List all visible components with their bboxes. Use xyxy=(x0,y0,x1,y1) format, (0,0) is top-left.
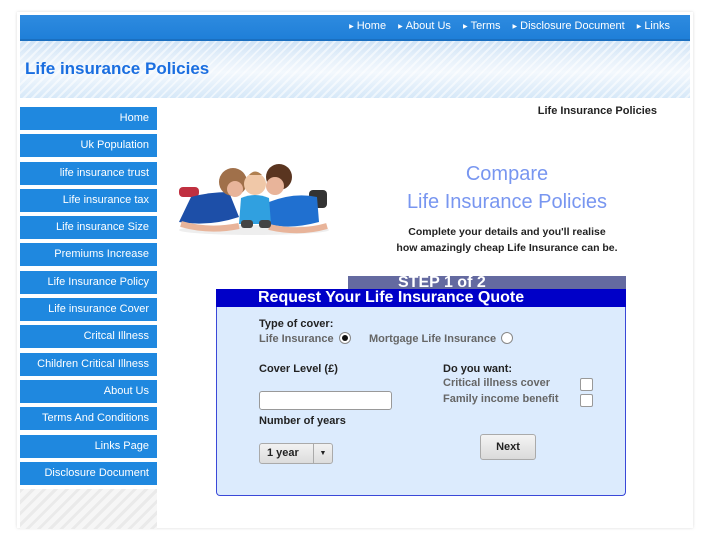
page-container: ▶ Home ▶ About Us ▶ Terms ▶ Disclosure Docum… xyxy=(17,12,693,530)
next-button[interactable]: Next xyxy=(480,434,536,460)
critical-illness-cover-label: Critical illness cover xyxy=(443,377,550,389)
do-you-want-label: Do you want: xyxy=(443,363,513,375)
sidebar-item-life-insurance-size[interactable]: Life insurance Size xyxy=(20,216,157,240)
compare-headline: Compare Life Insurance Policies xyxy=(406,163,608,213)
family-income-benefit-label: Family income benefit xyxy=(443,393,559,405)
arrow-icon: ▶ xyxy=(349,24,354,30)
cover-level-label: Cover Level (£) xyxy=(259,363,338,375)
cover-option-mortgage-life-insurance[interactable]: Mortgage Life Insurance xyxy=(369,332,514,345)
header-banner: Life insurance Policies xyxy=(20,41,690,98)
number-of-years-label: Number of years xyxy=(259,415,346,427)
sidebar-item-life-insurance-policy[interactable]: Life Insurance Policy xyxy=(20,270,157,294)
arrow-icon: ▶ xyxy=(398,24,403,30)
site-title[interactable]: Life insurance Policies xyxy=(25,59,209,79)
sidebar-item-disclosure-document[interactable]: Disclosure Document xyxy=(20,461,157,485)
family-income-benefit-checkbox[interactable] xyxy=(580,394,593,407)
life-insurance-radio[interactable] xyxy=(338,332,351,344)
sidebar-item-life-insurance-trust[interactable]: life insurance trust xyxy=(20,161,157,185)
cover-level-input[interactable] xyxy=(259,391,392,410)
arrow-icon: ▶ xyxy=(462,24,468,30)
sidebar-item-life-insurance-cover[interactable]: Life insurance Cover xyxy=(20,298,157,322)
tagline: Complete your details and you'll realise… xyxy=(396,226,618,254)
sidebar-item-life-insurance-tax[interactable]: Life insurance tax xyxy=(20,188,157,212)
topnav-disclosure-document[interactable]: ▶ Disclosure Document xyxy=(513,20,625,32)
topnav-links[interactable]: ▶ Links xyxy=(637,20,670,32)
sidebar-item-terms-and-conditions[interactable]: Terms And Conditions xyxy=(20,407,157,431)
number-of-years-select[interactable]: 1 year ▼ xyxy=(259,443,333,464)
sidebar-item-premiums-increase[interactable]: Premiums Increase xyxy=(20,243,157,267)
sidebar-item-children-critical-illness[interactable]: Children Critical Illness xyxy=(20,352,157,376)
arrow-icon: ▶ xyxy=(512,24,518,30)
form-title: Request Your Life Insurance Quote xyxy=(216,289,626,307)
family-photo xyxy=(179,164,329,235)
sidebar-item-about-us[interactable]: About Us xyxy=(20,379,157,403)
topnav-about-us[interactable]: ▶ About Us xyxy=(398,20,451,32)
topnav-home[interactable]: ▶ Home xyxy=(349,20,386,32)
arrow-icon: ▶ xyxy=(636,24,642,30)
quote-form: STEP 1 of 2 Request Your Life Insurance … xyxy=(216,276,626,496)
chevron-down-icon: ▼ xyxy=(313,444,332,463)
sidebar-item-links-page[interactable]: Links Page xyxy=(20,434,157,458)
form-body: Type of cover: Life Insurance Mortgage L… xyxy=(216,307,626,496)
sidebar-item-critical-illness[interactable]: Critcal Illness xyxy=(20,325,157,349)
sidebar: Home Uk Population life insurance trust … xyxy=(20,107,157,530)
type-of-cover-label: Type of cover: xyxy=(259,318,334,330)
step-indicator: STEP 1 of 2 xyxy=(348,276,626,290)
topnav-terms[interactable]: ▶ Terms xyxy=(463,20,501,32)
sidebar-item-uk-population[interactable]: Uk Population xyxy=(20,134,157,158)
page-breadcrumb: Life Insurance Policies xyxy=(537,105,657,117)
cover-option-life-insurance[interactable]: Life Insurance xyxy=(259,332,351,345)
critical-illness-cover-checkbox[interactable] xyxy=(580,378,593,391)
top-navigation: ▶ Home ▶ About Us ▶ Terms ▶ Disclosure Docum… xyxy=(20,15,690,41)
sidebar-filler xyxy=(20,489,157,530)
sidebar-item-home[interactable]: Home xyxy=(20,107,157,130)
mortgage-life-insurance-radio[interactable] xyxy=(501,332,514,344)
